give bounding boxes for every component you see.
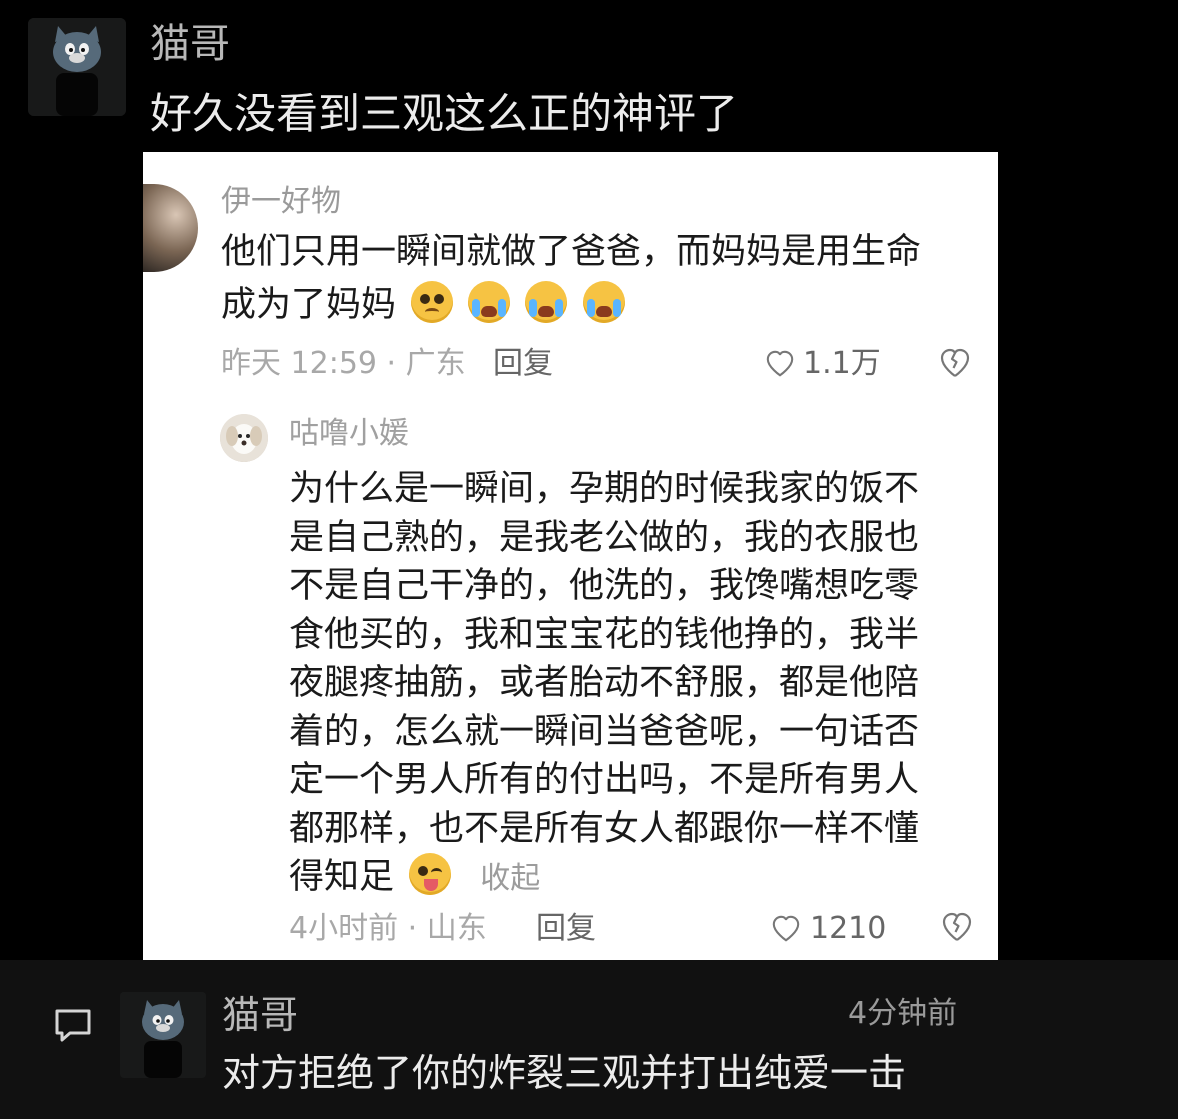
reply-meta: 4小时前 · 山东 (289, 911, 487, 946)
worried-face-icon (411, 281, 454, 323)
reply-text: 对方拒绝了你的炸裂三观并打出纯爱一击 (222, 1051, 907, 1095)
reply-text: 为什么是一瞬间，孕期的时候我家的饭不 是自己熟的，是我老公做的，我的衣服也 不是… (289, 465, 949, 904)
comment-line-1: 他们只用一瞬间就做了爸爸，而妈妈是用生命 (221, 232, 922, 272)
crying-face-icon (468, 281, 511, 323)
broken-heart-icon (942, 912, 972, 941)
like-count: 1210 (810, 911, 887, 946)
embedded-comment-screenshot: 伊一好物 他们只用一瞬间就做了爸爸，而妈妈是用生命 成为了妈妈 昨天 12:59… (143, 152, 998, 967)
crying-face-icon (582, 281, 625, 323)
reply-line: 着的，怎么就一瞬间当爸爸呢，一句话否 (289, 711, 920, 752)
comment-line-2: 成为了妈妈 (221, 279, 971, 332)
comment-bubble-icon[interactable] (52, 1005, 94, 1047)
reply-author-name: 咕噜小媛 (289, 416, 409, 451)
post-text: 好久没看到三观这么正的神评了 (150, 89, 739, 138)
heart-icon (766, 350, 794, 377)
avatar[interactable] (120, 992, 206, 1078)
reply-line: 是自己熟的，是我老公做的，我的衣服也 (289, 517, 920, 558)
cat-avatar-icon (28, 18, 126, 116)
reply-last-line: 得知足 收起 (289, 853, 949, 904)
reply-button: 回复 (536, 911, 596, 946)
reply-button: 回复 (493, 346, 553, 381)
reply-line: 夜腿疼抽筋，或者胎动不舒服，都是他陪 (289, 663, 920, 703)
comment-text: 他们只用一瞬间就做了爸爸，而妈妈是用生命 成为了妈妈 (221, 226, 971, 332)
avatar (220, 414, 268, 462)
dog-avatar-icon (220, 414, 268, 462)
avatar[interactable] (28, 18, 126, 116)
comment-meta: 昨天 12:59 · 广东 (221, 346, 466, 381)
like-count: 1.1万 (803, 346, 881, 381)
reply-author-name[interactable]: 猫哥 (222, 990, 298, 1040)
reply-line: 不是自己干净的，他洗的，我馋嘴想吃零 (289, 566, 920, 606)
heart-icon (772, 915, 800, 942)
reply-line: 定一个男人所有的付出吗，不是所有男人 (289, 760, 920, 800)
comment-line-2-text: 成为了妈妈 (221, 285, 397, 325)
comment-author-name: 伊一好物 (221, 184, 341, 219)
cat-avatar-icon (120, 992, 206, 1078)
avatar (143, 184, 198, 272)
reply-line: 为什么是一瞬间，孕期的时候我家的饭不 (289, 469, 920, 509)
timestamp: 4分钟前 (848, 996, 958, 1031)
crying-face-icon (525, 281, 568, 323)
post-author-name[interactable]: 猫哥 (150, 16, 230, 72)
reply-line: 都那样，也不是所有女人都跟你一样不懂 (289, 808, 920, 849)
broken-heart-icon (940, 348, 970, 377)
reply-line: 得知足 (289, 857, 395, 897)
collapse-button: 收起 (480, 861, 541, 896)
winking-tongue-face-icon (409, 853, 452, 895)
reply-line: 食他买的，我和宝宝花的钱他挣的，我半 (289, 614, 920, 655)
